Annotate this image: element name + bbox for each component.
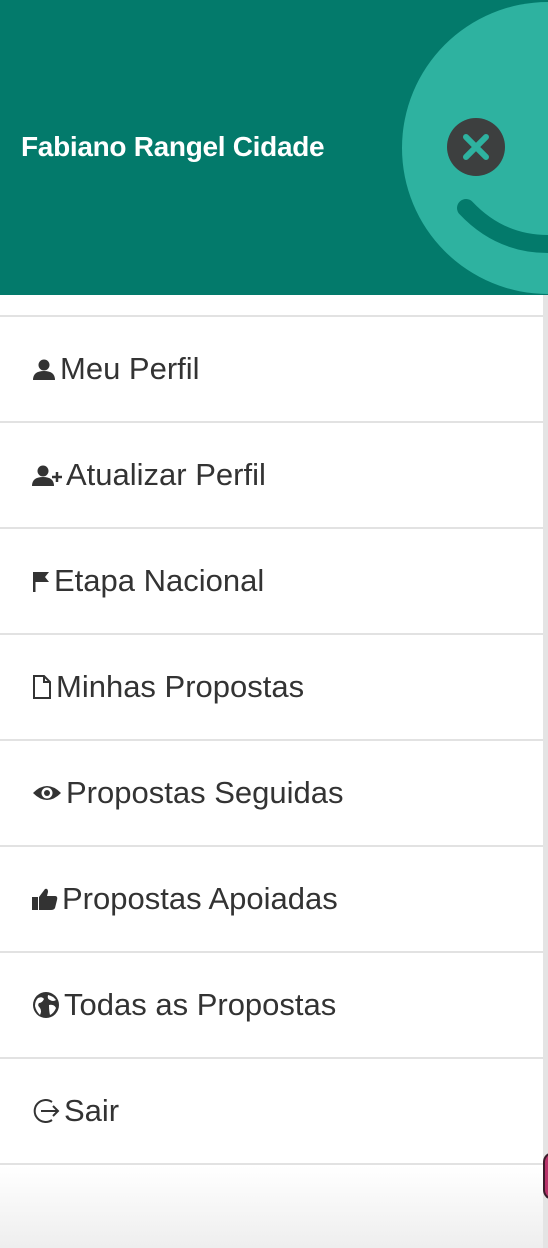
user-plus-icon: [32, 463, 62, 487]
drawer-edge: [543, 295, 548, 1248]
menu-item-etapa-nacional[interactable]: Etapa Nacional: [0, 529, 548, 635]
drawer-header: Fabiano Rangel Cidade: [0, 0, 548, 295]
menu-item-label: Etapa Nacional: [54, 563, 265, 598]
flag-icon: [32, 570, 50, 592]
menu-item-propostas-apoiadas[interactable]: Propostas Apoiadas: [0, 847, 548, 953]
menu-item-label: Propostas Apoiadas: [62, 881, 338, 916]
menu-item-label: Atualizar Perfil: [66, 457, 266, 492]
menu-item-minhas-propostas[interactable]: Minhas Propostas: [0, 635, 548, 741]
menu-item-todas-as-propostas[interactable]: Todas as Propostas: [0, 953, 548, 1059]
menu-item-meu-perfil[interactable]: Meu Perfil: [0, 317, 548, 423]
drawer-footer: [0, 1166, 548, 1248]
logout-icon: [32, 1097, 60, 1125]
menu-item-label: Sair: [64, 1093, 120, 1128]
user-icon: [32, 357, 56, 381]
menu-item-label: Minhas Propostas: [56, 669, 305, 704]
thumbs-up-icon: [32, 887, 58, 911]
menu-item-sair[interactable]: Sair: [0, 1059, 548, 1165]
drawer-menu: Meu Perfil Atualizar Perfil Etapa Nacion…: [0, 315, 548, 1165]
close-icon: [463, 134, 489, 160]
side-drawer: Fabiano Rangel Cidade Meu Perfil Atualiz…: [0, 0, 548, 1248]
file-icon: [32, 675, 52, 699]
close-button[interactable]: [447, 118, 505, 176]
globe-icon: [32, 991, 60, 1019]
eye-icon: [32, 783, 62, 803]
menu-item-label: Propostas Seguidas: [66, 775, 344, 810]
menu-item-atualizar-perfil[interactable]: Atualizar Perfil: [0, 423, 548, 529]
menu-item-propostas-seguidas[interactable]: Propostas Seguidas: [0, 741, 548, 847]
floating-button-edge[interactable]: [543, 1152, 548, 1200]
menu-item-label: Todas as Propostas: [64, 987, 337, 1022]
user-name: Fabiano Rangel Cidade: [21, 131, 325, 162]
menu-item-label: Meu Perfil: [60, 351, 200, 386]
